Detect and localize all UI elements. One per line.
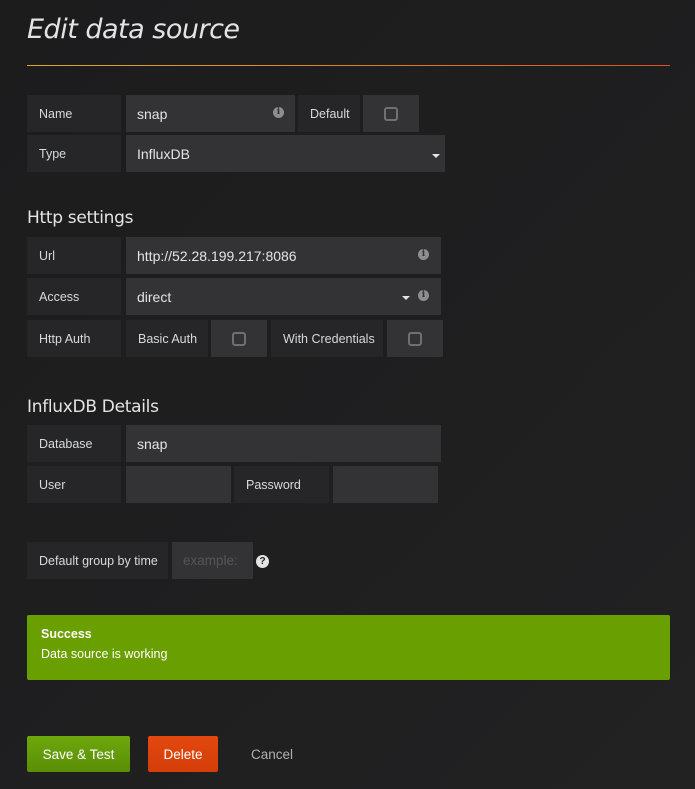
alert-message: Data source is working: [41, 647, 168, 661]
user-label: User: [27, 466, 121, 503]
default-label: Default: [298, 95, 360, 132]
with-credentials-checkbox-cell[interactable]: [387, 320, 443, 357]
group-by-time-input[interactable]: example:: [172, 542, 253, 579]
alert-title: Success: [41, 627, 92, 641]
name-input-value: snap: [137, 105, 168, 122]
caret-down-icon: [402, 296, 410, 300]
help-icon[interactable]: ?: [256, 555, 269, 568]
password-label: Password: [234, 466, 329, 503]
password-input[interactable]: [333, 466, 438, 503]
user-input[interactable]: [126, 466, 231, 503]
name-input[interactable]: snap i: [126, 95, 295, 132]
with-credentials-checkbox[interactable]: [408, 331, 422, 346]
name-label: Name: [27, 95, 121, 132]
basic-auth-checkbox-cell[interactable]: [211, 320, 267, 357]
group-by-time-placeholder: example:: [183, 553, 238, 568]
title-divider: [27, 65, 670, 66]
url-input[interactable]: http://52.28.199.217:8086 i: [126, 237, 441, 274]
info-icon[interactable]: i: [273, 107, 284, 118]
influxdb-details-heading: InfluxDB Details: [27, 397, 159, 417]
database-label: Database: [27, 425, 121, 462]
access-label: Access: [27, 278, 121, 315]
database-input-value: snap: [137, 435, 168, 452]
page-title: Edit data source: [27, 14, 240, 45]
http-auth-label: Http Auth: [27, 320, 121, 357]
info-icon[interactable]: i: [418, 249, 429, 260]
database-input[interactable]: snap: [126, 425, 441, 462]
cancel-button[interactable]: Cancel: [237, 736, 307, 772]
info-icon[interactable]: i: [418, 290, 429, 301]
basic-auth-label: Basic Auth: [126, 320, 208, 357]
access-select[interactable]: direct i: [126, 278, 441, 315]
access-select-value: direct: [137, 288, 172, 305]
type-label: Type: [27, 135, 121, 172]
save-and-test-button[interactable]: Save & Test: [27, 736, 130, 772]
with-credentials-label: With Credentials: [271, 320, 383, 357]
type-select-value: InfluxDB: [137, 145, 190, 162]
http-settings-heading: Http settings: [27, 208, 134, 228]
default-checkbox-cell[interactable]: [363, 95, 419, 132]
default-checkbox[interactable]: [384, 106, 398, 121]
basic-auth-checkbox[interactable]: [232, 331, 246, 346]
success-alert: Success Data source is working: [27, 615, 670, 680]
url-input-value: http://52.28.199.217:8086: [137, 247, 297, 264]
url-label: Url: [27, 237, 121, 274]
caret-down-icon: [432, 154, 440, 158]
delete-button[interactable]: Delete: [148, 736, 218, 772]
type-select[interactable]: InfluxDB: [126, 135, 445, 172]
group-by-time-label: Default group by time: [27, 542, 168, 579]
